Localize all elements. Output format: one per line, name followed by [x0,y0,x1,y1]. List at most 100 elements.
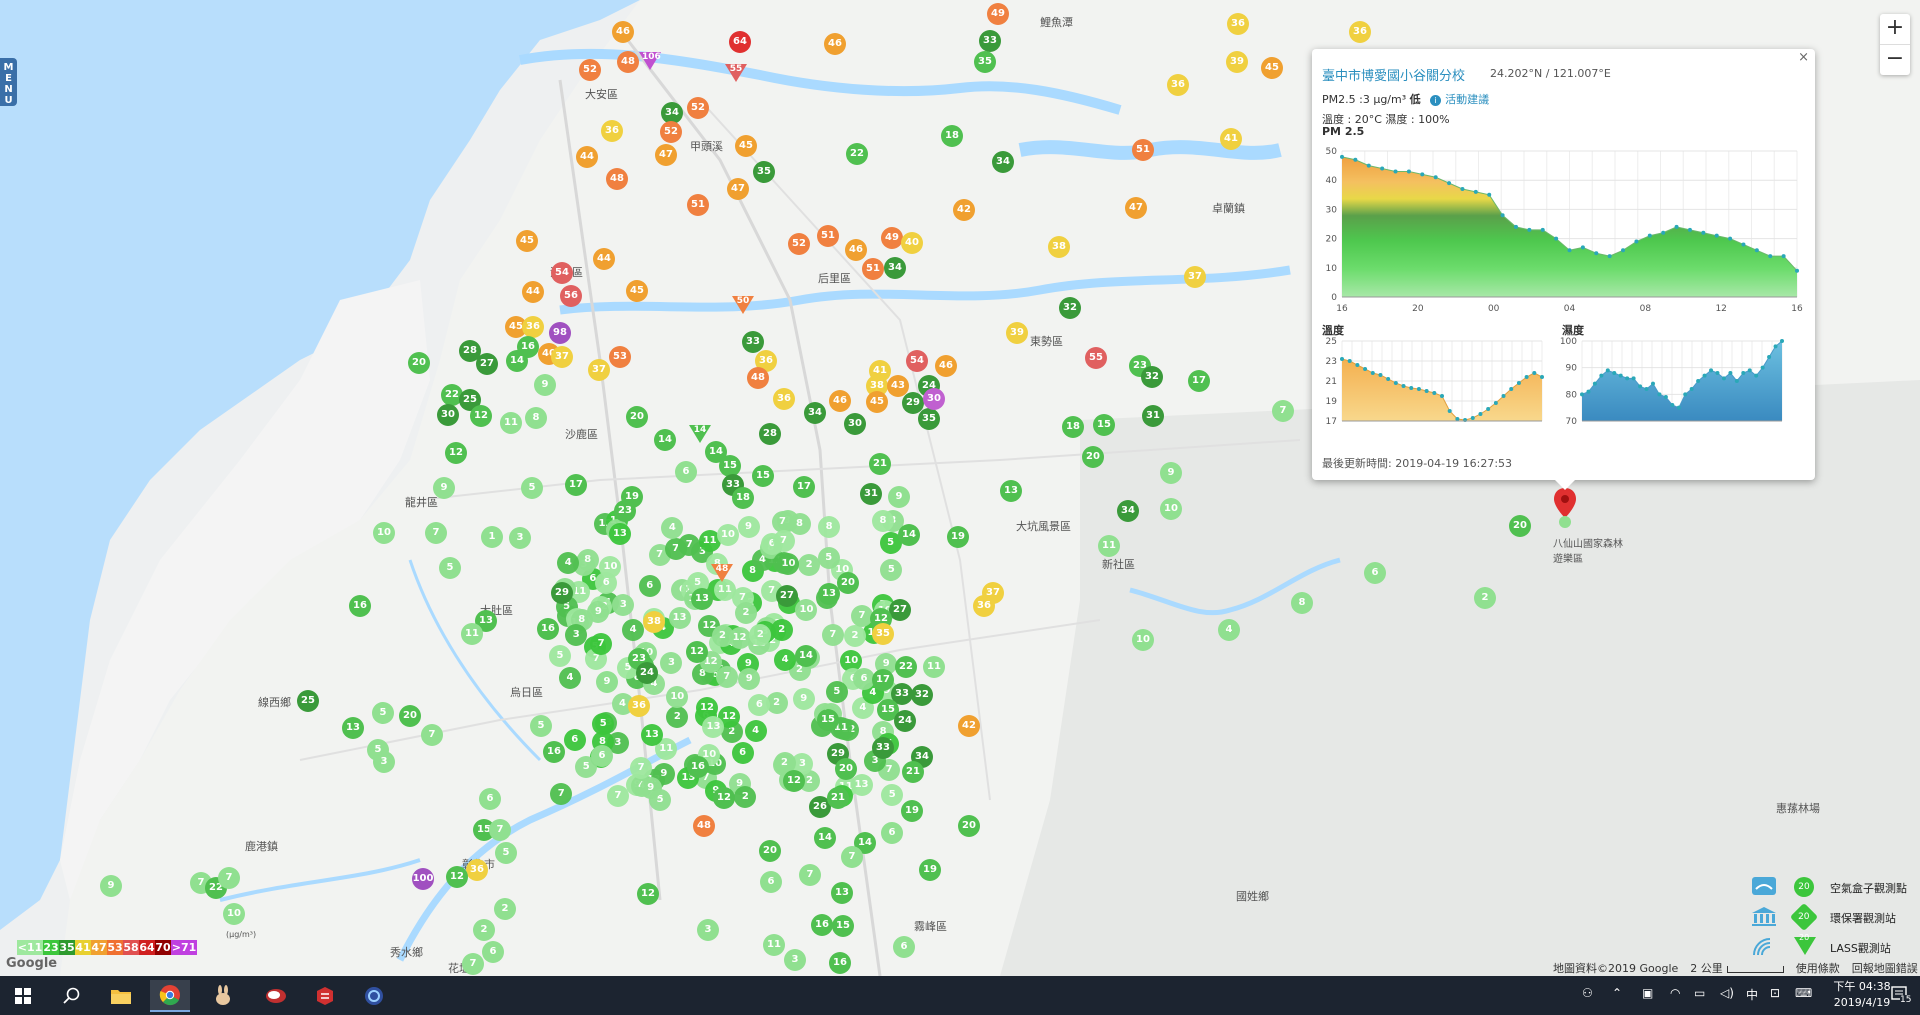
station-marker[interactable]: 52 [687,97,709,119]
station-marker[interactable]: 56 [560,285,582,307]
station-marker[interactable]: 2 [494,898,516,920]
volume-icon[interactable]: ◁) [1720,986,1734,1000]
station-marker[interactable]: 7 [1272,400,1294,422]
station-marker[interactable]: 10 [1132,629,1154,651]
station-marker[interactable]: 21 [827,787,849,809]
station-marker[interactable]: 15 [752,465,774,487]
station-marker[interactable]: 37 [551,346,573,368]
station-marker[interactable]: 42 [953,199,975,221]
station-marker[interactable]: 13 [691,588,713,610]
station-marker[interactable]: 35 [753,161,775,183]
selected-station-pin-icon[interactable] [1553,488,1577,528]
station-marker[interactable]: 35 [974,51,996,73]
station-marker[interactable]: 36 [1227,13,1249,35]
station-marker[interactable]: 51 [687,194,709,216]
station-marker[interactable]: 8 [576,549,599,572]
station-marker[interactable]: 16 [811,914,833,936]
station-marker[interactable]: 11 [763,934,785,956]
station-marker[interactable]: 8 [871,509,894,532]
people-icon[interactable]: ⚇ [1582,986,1593,1000]
station-marker[interactable]: 51 [862,258,884,280]
station-marker[interactable]: 7 [462,953,484,975]
station-marker[interactable]: 34 [884,257,906,279]
station-marker[interactable]: 14 [898,524,920,546]
station-marker[interactable]: 38 [1048,236,1070,258]
station-marker[interactable]: 47 [727,178,749,200]
station-marker[interactable]: 5 [817,547,840,570]
station-marker[interactable]: 47 [655,144,677,166]
station-marker[interactable]: 6 [479,788,501,810]
station-marker[interactable]: 45 [866,391,888,413]
station-marker[interactable]: 18 [941,125,963,147]
station-marker[interactable]: 10 [223,903,245,925]
station-marker[interactable]: 45 [626,280,648,302]
zoom-in-button[interactable]: + [1880,14,1910,45]
station-marker[interactable]: 9 [737,515,760,538]
station-marker[interactable]: 6 [482,941,504,963]
station-marker[interactable]: 45 [516,230,538,252]
station-marker[interactable]: 12 [470,405,492,427]
station-marker[interactable]: 44 [576,146,598,168]
app-red-icon[interactable] [305,980,345,1012]
notification-icon[interactable]: 15 [1890,985,1912,1007]
station-marker[interactable]: 6 [595,571,618,594]
search-icon[interactable] [52,980,92,1012]
station-marker[interactable]: 36 [628,695,650,717]
station-marker[interactable]: 3 [784,949,806,971]
station-marker[interactable]: 14 [689,425,711,443]
station-marker[interactable]: 30 [844,413,866,435]
station-marker[interactable]: 9 [1160,462,1182,484]
station-marker[interactable]: 36 [1167,74,1189,96]
station-marker[interactable]: 31 [860,483,882,505]
station-marker[interactable]: 9 [792,687,815,710]
station-marker[interactable]: 32 [1059,297,1081,319]
station-marker[interactable]: 17 [793,476,815,498]
station-marker[interactable]: 52 [660,121,682,143]
input-method-icon[interactable]: ⊡ [1770,986,1780,1000]
station-marker[interactable]: 17 [1188,370,1210,392]
station-marker[interactable]: 7 [425,522,447,544]
station-marker[interactable]: 7 [715,666,738,689]
station-marker[interactable]: 27 [476,353,498,375]
station-marker[interactable]: 20 [408,352,430,374]
station-marker[interactable]: 48 [693,815,715,837]
station-marker[interactable]: 45 [735,135,757,157]
station-marker[interactable]: 5 [495,842,517,864]
station-marker[interactable]: 4 [1218,619,1240,641]
station-marker[interactable]: 34 [1117,500,1139,522]
station-marker[interactable]: 2 [473,919,495,941]
station-marker[interactable]: 20 [837,572,859,594]
station-marker[interactable]: 10 [716,523,739,546]
station-marker[interactable]: 2 [1474,587,1496,609]
station-marker[interactable]: 6 [591,745,613,767]
station-marker[interactable]: 30 [437,404,459,426]
station-marker[interactable]: 21 [902,761,924,783]
station-marker[interactable]: 39 [1006,322,1028,344]
station-marker[interactable]: 37 [1184,266,1206,288]
station-marker[interactable]: 38 [643,611,665,633]
station-marker[interactable]: 36 [973,595,995,617]
station-marker[interactable]: 22 [846,143,868,165]
wifi-icon[interactable]: ◠ [1670,986,1680,1000]
station-marker[interactable]: 54 [906,350,928,372]
station-marker[interactable]: 30 [923,388,945,410]
map-canvas[interactable]: 大安區 甲頭溪 清水區 沙鹿區 龍井區 大肚區 彰化市 鹿港鎮 線西鄉 秀水鄉 … [0,0,1920,976]
station-marker[interactable]: 7 [606,784,629,807]
station-marker[interactable]: 32 [911,684,933,706]
windows-start-icon[interactable] [3,980,43,1012]
station-marker[interactable]: 29 [902,392,924,414]
station-marker[interactable]: 12 [446,866,468,888]
station-marker[interactable]: 13 [640,723,663,746]
system-clock[interactable]: 下午 04:38 2019/4/19 [1832,979,1892,1011]
station-marker[interactable]: 7 [772,530,795,553]
station-marker[interactable]: 47 [1125,197,1147,219]
station-marker[interactable]: 20 [626,406,648,428]
station-marker[interactable]: 11 [1098,535,1120,557]
station-marker[interactable]: 3 [509,527,531,549]
station-marker[interactable]: 6 [881,822,903,844]
station-marker[interactable]: 54 [551,262,573,284]
station-marker[interactable]: 20 [759,840,781,862]
station-marker[interactable]: 6 [638,575,661,598]
station-marker[interactable]: 13 [342,717,364,739]
station-marker[interactable]: 17 [565,474,587,496]
